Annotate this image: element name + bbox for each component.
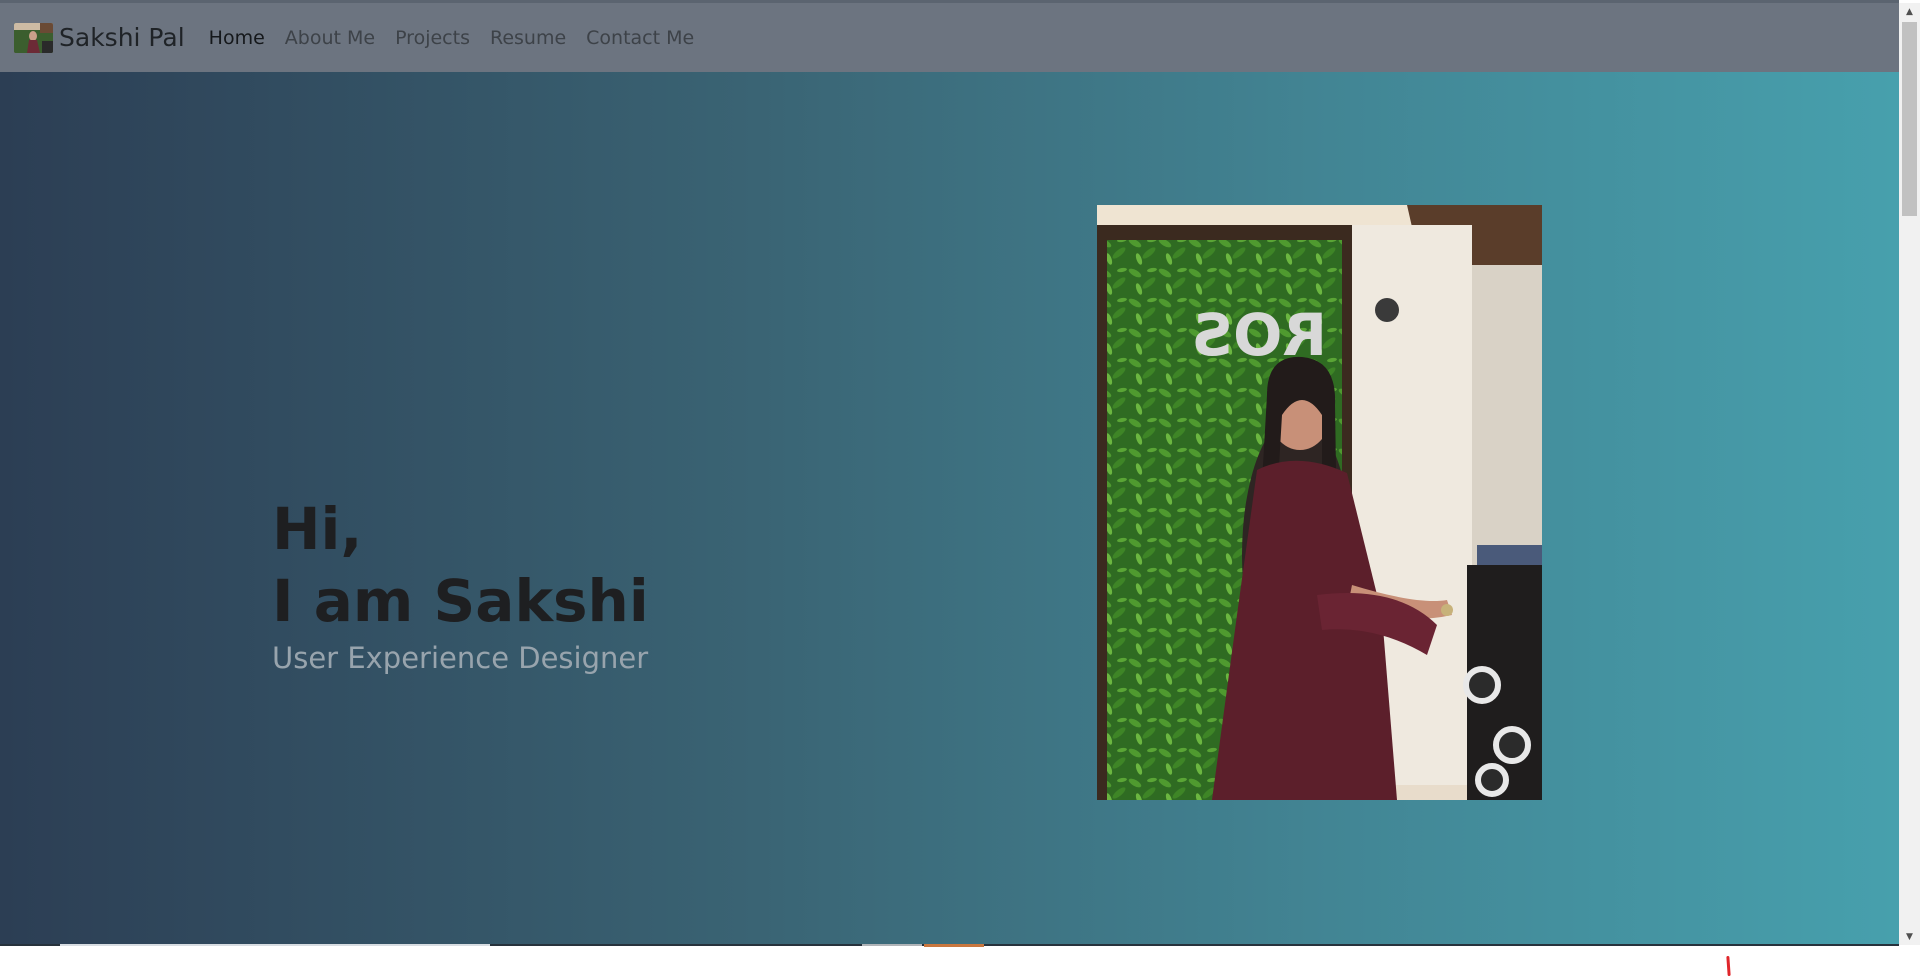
page-viewport: Sakshi Pal Home About Me Projects Resume… — [0, 3, 1899, 945]
nav-home-link[interactable]: Home — [209, 27, 265, 49]
red-cursor-mark — [1726, 955, 1731, 977]
vertical-scrollbar[interactable]: ▲ ▼ — [1899, 3, 1920, 945]
hero-role: User Experience Designer — [272, 641, 649, 675]
hero-greeting-line-2: I am Sakshi — [272, 567, 649, 635]
nav-links: Home About Me Projects Resume Contact Me — [199, 27, 705, 49]
bottom-divider-accent — [924, 944, 984, 947]
nav-resume-link[interactable]: Resume — [490, 27, 566, 49]
hero-section: Hi, I am Sakshi User Experience Designer — [272, 493, 649, 675]
navbar: Sakshi Pal Home About Me Projects Resume… — [0, 3, 1899, 72]
up-arrow-icon[interactable]: ▲ — [1899, 3, 1920, 20]
down-arrow-icon[interactable]: ▼ — [1899, 928, 1920, 945]
hero-greeting: Hi, I am Sakshi — [272, 493, 649, 637]
nav-about-link[interactable]: About Me — [285, 27, 375, 49]
profile-photo: ROS — [1097, 205, 1542, 800]
bottom-divider-segment — [862, 944, 922, 946]
bottom-divider-highlight — [60, 944, 490, 946]
nav-projects-link[interactable]: Projects — [395, 27, 470, 49]
hero-greeting-line-1: Hi, — [272, 495, 363, 563]
scrollbar-thumb[interactable] — [1902, 22, 1917, 216]
brand-name: Sakshi Pal — [59, 23, 185, 52]
brand-link[interactable]: Sakshi Pal — [14, 22, 185, 53]
brand-logo-image — [14, 22, 53, 53]
nav-contact-link[interactable]: Contact Me — [586, 27, 694, 49]
